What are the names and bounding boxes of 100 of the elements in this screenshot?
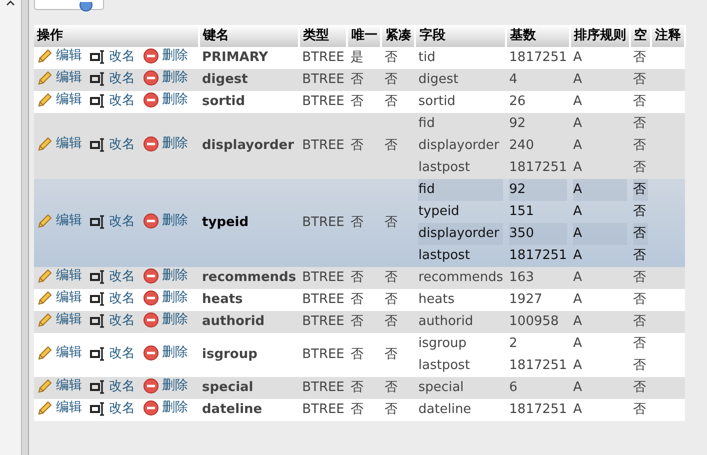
- table-cell-text: 92: [509, 114, 527, 133]
- edit-link[interactable]: 编辑: [37, 92, 82, 108]
- table-cell: BTREE: [299, 69, 348, 91]
- rename-link[interactable]: 改名: [90, 378, 135, 395]
- rename-icon: [90, 138, 106, 152]
- table-cell-text: digest: [418, 70, 460, 89]
- table-cell: 否: [347, 377, 382, 399]
- table-cell: BTREE: [299, 113, 348, 179]
- table-cell-text: 否: [633, 92, 648, 111]
- rename-link[interactable]: 改名: [90, 290, 135, 307]
- drop-link[interactable]: 删除: [143, 92, 188, 108]
- column-header: 基数: [506, 25, 570, 47]
- column-header: 排序规则: [570, 25, 630, 47]
- table-cell: 350: [509, 223, 568, 245]
- table-cell-text: 否: [633, 136, 648, 155]
- table-cell: 否: [381, 113, 416, 179]
- table-cell-text: lastpost: [418, 246, 471, 265]
- edit-link[interactable]: 编辑: [37, 136, 82, 152]
- table-cell: 否: [347, 289, 382, 311]
- column-header: 操作: [34, 25, 199, 47]
- table-cell-text: tid: [418, 48, 436, 67]
- drop-link[interactable]: 删除: [143, 378, 188, 394]
- table-cell-text: recommends: [418, 268, 504, 287]
- delete-icon: [143, 136, 159, 152]
- column-header: 紧凑: [381, 25, 416, 47]
- column-header: 唯一: [347, 25, 382, 47]
- edit-link[interactable]: 编辑: [37, 400, 82, 416]
- table-cell-text: 否: [633, 356, 648, 375]
- table-cell-text: 1817251: [509, 356, 568, 375]
- table-cell: 否: [381, 47, 416, 69]
- table-cell: BTREE: [299, 311, 348, 333]
- edit-link[interactable]: 编辑: [37, 268, 82, 284]
- drop-link[interactable]: 删除: [143, 70, 188, 86]
- table-cell: 否: [347, 333, 382, 377]
- rename-icon: [90, 346, 106, 361]
- drop-link[interactable]: 删除: [143, 48, 188, 64]
- rename-link[interactable]: 改名: [90, 136, 135, 153]
- rename-icon: [90, 380, 106, 394]
- table-cell: 否: [381, 267, 416, 289]
- table-cell: displayorder: [199, 113, 300, 179]
- pencil-icon: [37, 212, 53, 229]
- table-cell-text: 1927: [509, 290, 544, 309]
- table-cell: 否: [633, 223, 648, 245]
- table-cell: A: [573, 223, 628, 245]
- edit-link[interactable]: 编辑: [37, 48, 82, 64]
- edit-link[interactable]: 编辑: [37, 378, 82, 394]
- table-cell: 否: [347, 113, 382, 179]
- edit-link[interactable]: 编辑: [37, 70, 82, 86]
- table-cell-text: 否: [633, 312, 648, 331]
- drop-link[interactable]: 删除: [143, 290, 188, 306]
- table-cell-text: 240: [509, 136, 535, 155]
- drop-link[interactable]: 删除: [143, 400, 188, 416]
- pencil-icon: [37, 136, 53, 152]
- column-header: 空: [630, 25, 652, 47]
- table-cell-text: sortid: [418, 92, 456, 111]
- edit-link[interactable]: 编辑: [37, 212, 82, 229]
- drop-link[interactable]: 删除: [143, 268, 188, 284]
- pencil-icon: [37, 312, 53, 328]
- table-cell: sortid: [199, 91, 300, 113]
- table-cell-text: 否: [633, 246, 648, 265]
- table-cell: typeid: [199, 179, 300, 267]
- table-cell-text: A: [573, 202, 583, 221]
- table-cell: digest: [199, 69, 300, 91]
- rename-link[interactable]: 改名: [90, 70, 135, 87]
- scroll-up-icon[interactable]: [6, 0, 15, 6]
- table-cell-text: typeid: [418, 202, 460, 221]
- rename-link[interactable]: 改名: [90, 268, 135, 285]
- rename-link[interactable]: 改名: [90, 400, 135, 417]
- edit-link[interactable]: 编辑: [37, 344, 82, 361]
- table-cell: 否: [347, 179, 382, 267]
- table-cell: 否: [633, 179, 648, 201]
- table-cell-text: 否: [633, 70, 648, 89]
- edit-link[interactable]: 编辑: [37, 312, 82, 328]
- table-cell-text: 26: [509, 92, 527, 111]
- table-cell-text: 否: [633, 202, 648, 221]
- scrollbar[interactable]: [22, 0, 29, 455]
- table-cell-text: 否: [633, 114, 648, 133]
- rename-link[interactable]: 改名: [90, 346, 135, 362]
- drop-link[interactable]: 删除: [143, 344, 188, 361]
- rename-link[interactable]: 改名: [90, 312, 135, 329]
- rename-link[interactable]: 改名: [90, 48, 135, 65]
- table-cell-text: isgroup: [418, 334, 468, 353]
- table-cell: BTREE: [299, 47, 348, 69]
- rename-link[interactable]: 改名: [90, 92, 135, 109]
- drop-link[interactable]: 删除: [143, 312, 188, 328]
- table-cell: 否: [381, 179, 416, 267]
- edit-link[interactable]: 编辑: [37, 290, 82, 306]
- rename-link[interactable]: 改名: [90, 214, 135, 230]
- table-cell-text: 1817251: [509, 246, 568, 265]
- table-cell: BTREE: [299, 333, 348, 377]
- table-cell-text: 6: [509, 378, 518, 397]
- table-cell-text: A: [573, 312, 583, 331]
- table-cell: BTREE: [299, 399, 348, 421]
- drop-link[interactable]: 删除: [143, 136, 188, 152]
- rename-icon: [90, 214, 106, 229]
- table-cell: 是: [347, 47, 382, 69]
- table-cell-text: 否: [633, 400, 648, 419]
- drop-link[interactable]: 删除: [143, 212, 188, 229]
- table-cell: BTREE: [299, 289, 348, 311]
- table-cell-text: 否: [633, 268, 648, 287]
